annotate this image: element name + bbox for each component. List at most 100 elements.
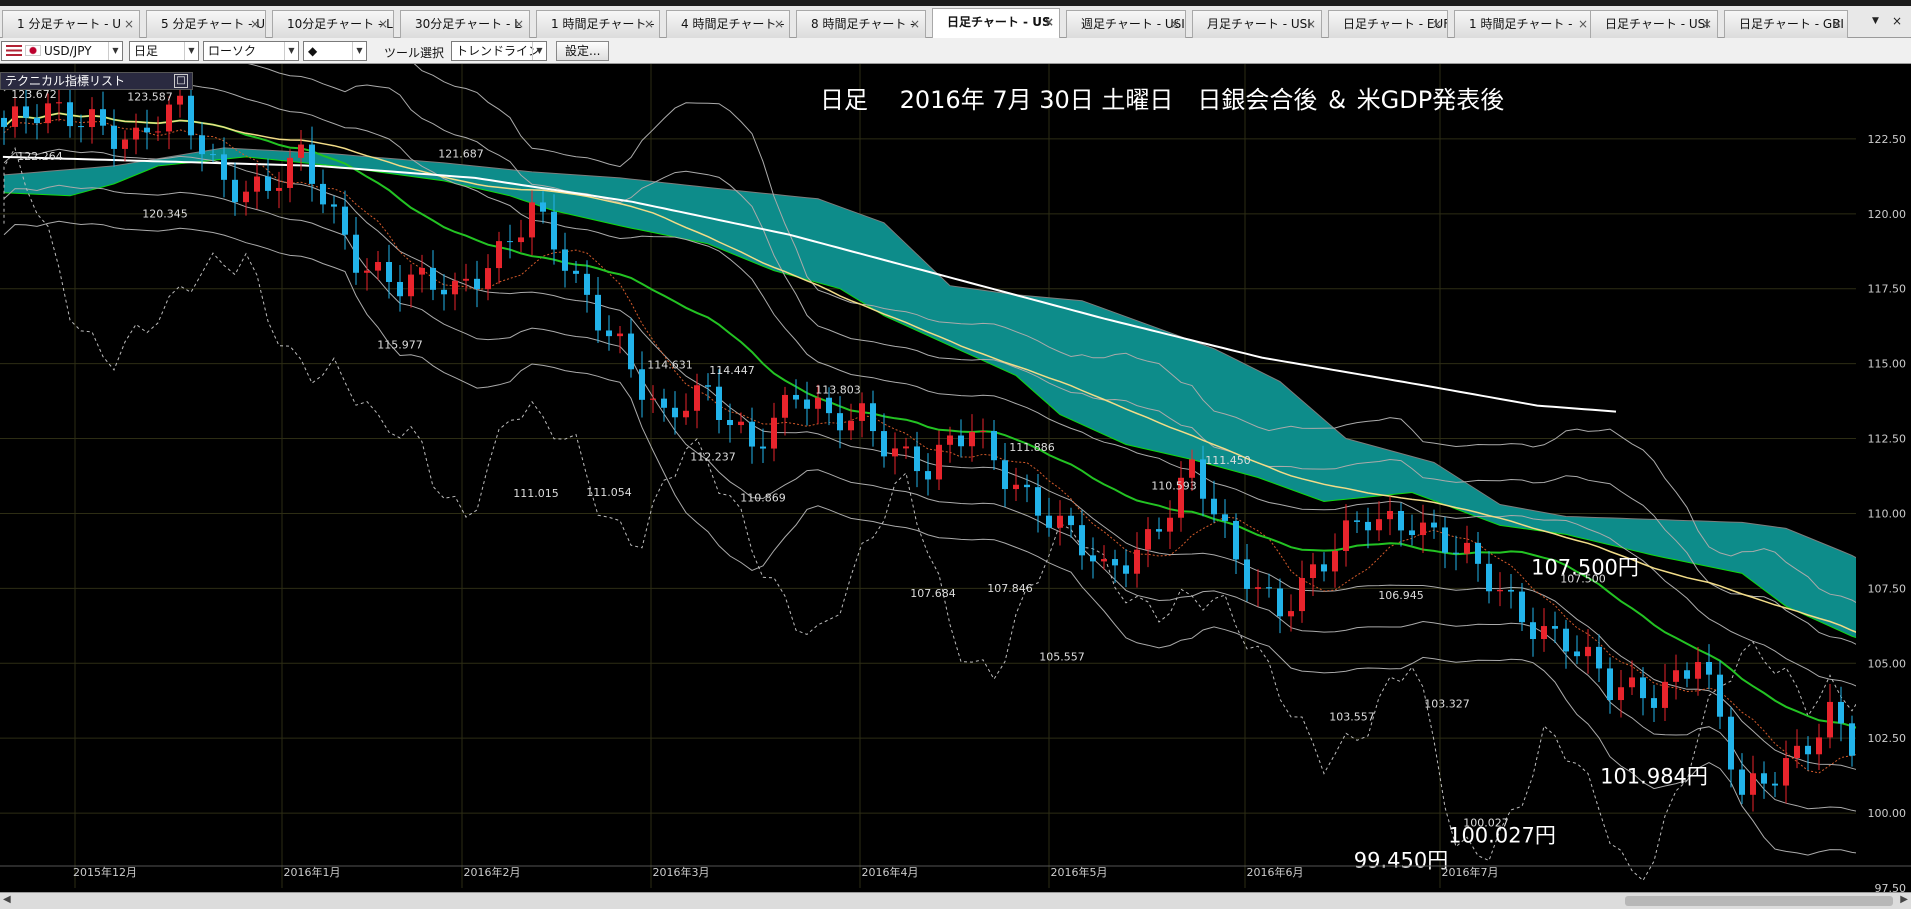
price-tick-label: 105.00 [1868,657,1907,670]
candle-body [1706,662,1712,675]
candle-body [496,241,502,269]
chart-toolbar: USD/JPY ▼ 日足 ▼ ローソク ▼ ◆ ▼ ツール選択 トレンドライン … [0,38,1911,64]
close-icon[interactable]: × [378,11,388,38]
chart-tab-label: 4 時間足チャート - [681,17,785,31]
candle-body [265,176,271,191]
close-icon[interactable]: × [250,11,260,38]
candle-body [1299,578,1305,612]
candle-body [529,202,535,238]
candle-body [749,421,755,447]
candle-value-label: 114.631 [647,359,693,372]
candle-body [782,394,788,418]
chart-tab-label: 8 時間足チャート - [811,17,915,31]
scroll-right-icon[interactable]: ▶ [1900,894,1908,905]
chart-tab-label: 1 時間足チャート - [1469,17,1573,31]
chart-type-select[interactable]: ローソク ▼ [203,41,299,61]
tab-list-dropdown-icon[interactable]: ▼ [1872,16,1879,26]
candle-body [1585,646,1591,657]
price-tick-label: 107.50 [1868,582,1907,595]
chart-tab[interactable]: 30分足チャート - L × [400,10,530,38]
chart-tab[interactable]: 1 分足チャート - U × [2,10,140,38]
settings-button[interactable]: 設定... [556,41,610,61]
candle-body [1134,549,1140,574]
close-icon[interactable]: × [1702,11,1712,38]
chart-tab[interactable]: 5 分足チャート - U × [146,10,266,38]
candle-body [386,262,392,282]
chart-tab[interactable]: 月足チャート - USI × [1192,10,1322,38]
chart-tab[interactable]: 1 時間足チャート - × [536,10,660,38]
candle-body [287,157,293,188]
candle-body [1530,622,1536,640]
candle-body [254,176,260,192]
scroll-left-icon[interactable]: ◀ [3,894,11,905]
close-icon[interactable]: × [910,11,920,38]
candle-body [1574,651,1580,657]
candle-style-select[interactable]: ◆ ▼ [303,41,367,61]
technical-indicator-list-button[interactable]: テクニカル指標リスト □ [0,72,193,90]
candle-body [1090,555,1096,562]
horizontal-scrollbar[interactable]: ◀ ▶ [0,892,1911,909]
chevron-down-icon: ▼ [532,42,546,60]
close-icon[interactable]: × [124,11,134,38]
chart-tab[interactable]: 日足チャート - GBI × [1724,10,1848,38]
drawing-tool-select[interactable]: トレンドライン ▼ [451,41,547,61]
close-icon[interactable]: × [1432,11,1442,38]
scrollbar-thumb[interactable] [1625,896,1893,906]
candle-value-label: 103.327 [1424,697,1470,710]
candle-body [518,237,524,243]
close-icon[interactable]: × [1170,11,1180,38]
candle-body [881,431,887,457]
chart-tab[interactable]: 1 時間足チャート - × [1454,10,1594,38]
close-all-icon[interactable]: × [1892,14,1902,28]
close-icon[interactable]: × [644,11,654,38]
close-icon[interactable]: × [514,11,524,38]
close-icon[interactable]: × [1832,11,1842,38]
close-icon[interactable]: × [1306,11,1316,38]
price-tick-label: 110.00 [1868,507,1907,520]
close-icon[interactable]: × [1044,9,1054,36]
candle-body [1629,677,1635,688]
candle-body [1772,783,1778,786]
timeframe-select[interactable]: 日足 ▼ [129,41,199,61]
price-chart[interactable]: 123.672 123.587122.264120.345121.687115.9… [0,64,1911,892]
cloud-span-a [3,156,1911,656]
price-tick-label: 112.50 [1868,433,1907,446]
price-tick-label: 117.50 [1868,283,1907,296]
candle-body [804,399,810,409]
candle-value-label: 111.054 [586,486,632,499]
chart-tab-active[interactable]: 日足チャート - US × [932,8,1060,39]
close-icon[interactable]: × [774,11,784,38]
candle-body [1838,701,1844,724]
chart-tab[interactable]: 10分足チャート - L × [272,10,394,38]
symbol-select[interactable]: USD/JPY ▼ [1,41,123,61]
price-annotation: 101.984円 [1600,765,1708,789]
chart-tab[interactable]: 日足チャート - EUF × [1328,10,1448,38]
candle-body [1420,522,1426,536]
close-icon[interactable]: × [1578,11,1588,38]
candle-body [45,103,51,124]
chart-tab[interactable]: 日足チャート - USI × [1590,10,1718,38]
candle-body [1222,514,1228,521]
candle-body [309,144,315,184]
chart-tab[interactable]: 週足チャート - USI × [1066,10,1186,38]
candle-value-label: 106.945 [1378,589,1424,602]
candle-body [584,273,590,295]
candlesticks [1,77,1910,834]
japan-flag-icon [25,45,41,56]
candle-body [34,117,40,124]
candle-body [1783,758,1789,786]
candle-body [958,435,964,447]
candle-body [1365,521,1371,531]
candle-body [650,398,656,400]
candle-body [694,385,700,411]
candle-body [1310,564,1316,579]
candle-body [375,262,381,271]
date-tick-label: 2016年4月 [862,865,919,879]
candle-body [540,202,546,212]
restore-icon[interactable]: □ [174,74,188,88]
chart-tab[interactable]: 4 時間足チャート - × [666,10,790,38]
chart-tab[interactable]: 8 時間足チャート - × [796,10,926,38]
candle-body [133,127,139,140]
candle-body [1035,487,1041,516]
technical-indicator-list-label: テクニカル指標リスト [5,74,126,88]
